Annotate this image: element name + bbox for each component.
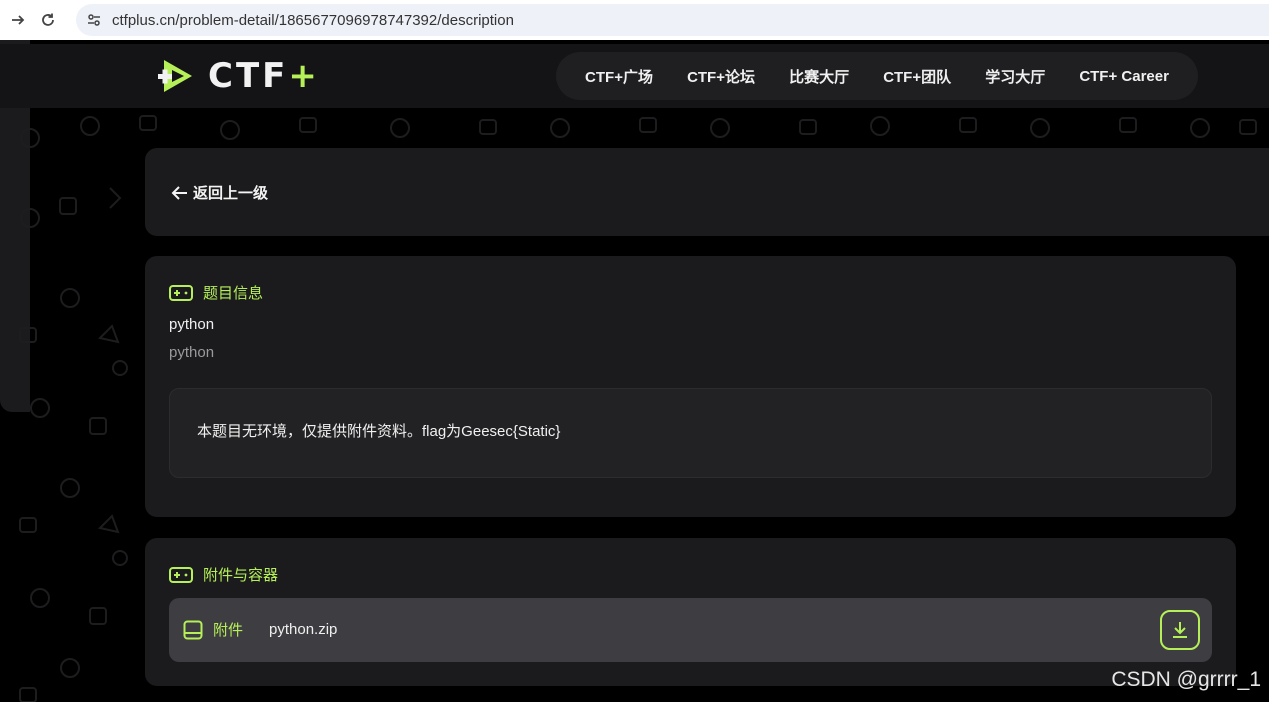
nav-item-ctf-forum[interactable]: CTF+论坛 <box>687 66 755 87</box>
arrow-left-icon <box>171 185 187 200</box>
site-logo[interactable]: CTF+ <box>158 56 320 96</box>
browser-toolbar: ctfplus.cn/problem-detail/18656770969787… <box>0 0 1269 40</box>
url-text: ctfplus.cn/problem-detail/18656770969787… <box>112 11 514 29</box>
logo-icon <box>158 60 192 92</box>
watermark: CSDN @grrrr_1 <box>1111 668 1261 691</box>
attachment-label-text: 附件 <box>213 622 244 639</box>
problem-description: 本题目无环境，仅提供附件资料。flag为Geesec{Static} <box>197 423 561 440</box>
attachment-row: 附件 python.zip <box>169 598 1212 662</box>
gamepad-icon <box>169 566 193 583</box>
attachment-label: 附件 <box>183 619 243 640</box>
attachments-card: 附件与容器 附件 python.zip <box>145 538 1236 686</box>
problem-description-box: 本题目无环境，仅提供附件资料。flag为Geesec{Static} <box>169 388 1212 478</box>
section-title-attachments: 附件与容器 <box>203 567 279 584</box>
back-button[interactable]: 返回上一级 <box>171 182 268 203</box>
download-icon <box>1173 622 1187 638</box>
back-label: 返回上一级 <box>193 185 269 202</box>
site-settings-icon[interactable] <box>80 6 108 34</box>
download-button[interactable] <box>1160 610 1200 650</box>
logo-text: CTF+ <box>208 56 320 96</box>
main-nav: CTF+广场 CTF+论坛 比赛大厅 CTF+团队 学习大厅 CTF+ Care… <box>556 52 1198 100</box>
attachments-heading: 附件与容器 <box>169 564 278 585</box>
nav-item-learning-hall[interactable]: 学习大厅 <box>985 66 1045 87</box>
back-card: 返回上一级 <box>145 148 1269 236</box>
attachment-icon <box>183 620 203 639</box>
attachment-file-name[interactable]: python.zip <box>269 621 337 638</box>
reload-button[interactable] <box>30 2 66 38</box>
gamepad-icon <box>169 284 193 301</box>
problem-category: python <box>169 344 215 361</box>
reload-icon <box>42 13 54 26</box>
site-header: CTF+ CTF+广场 CTF+论坛 比赛大厅 CTF+团队 学习大厅 CTF+… <box>0 44 1269 108</box>
problem-info-card: 题目信息 python python 本题目无环境，仅提供附件资料。flag为G… <box>145 256 1236 517</box>
problem-info-heading: 题目信息 <box>169 282 263 303</box>
problem-name: python <box>169 316 215 333</box>
nav-item-ctf-square[interactable]: CTF+广场 <box>585 66 653 87</box>
address-bar[interactable]: ctfplus.cn/problem-detail/18656770969787… <box>76 4 1269 36</box>
arrow-right-icon <box>12 15 25 25</box>
section-title-problem-info: 题目信息 <box>203 285 264 302</box>
nav-item-ctf-team[interactable]: CTF+团队 <box>883 66 951 87</box>
nav-item-ctf-career[interactable]: CTF+ Career <box>1079 68 1169 85</box>
nav-item-competition-hall[interactable]: 比赛大厅 <box>789 66 849 87</box>
